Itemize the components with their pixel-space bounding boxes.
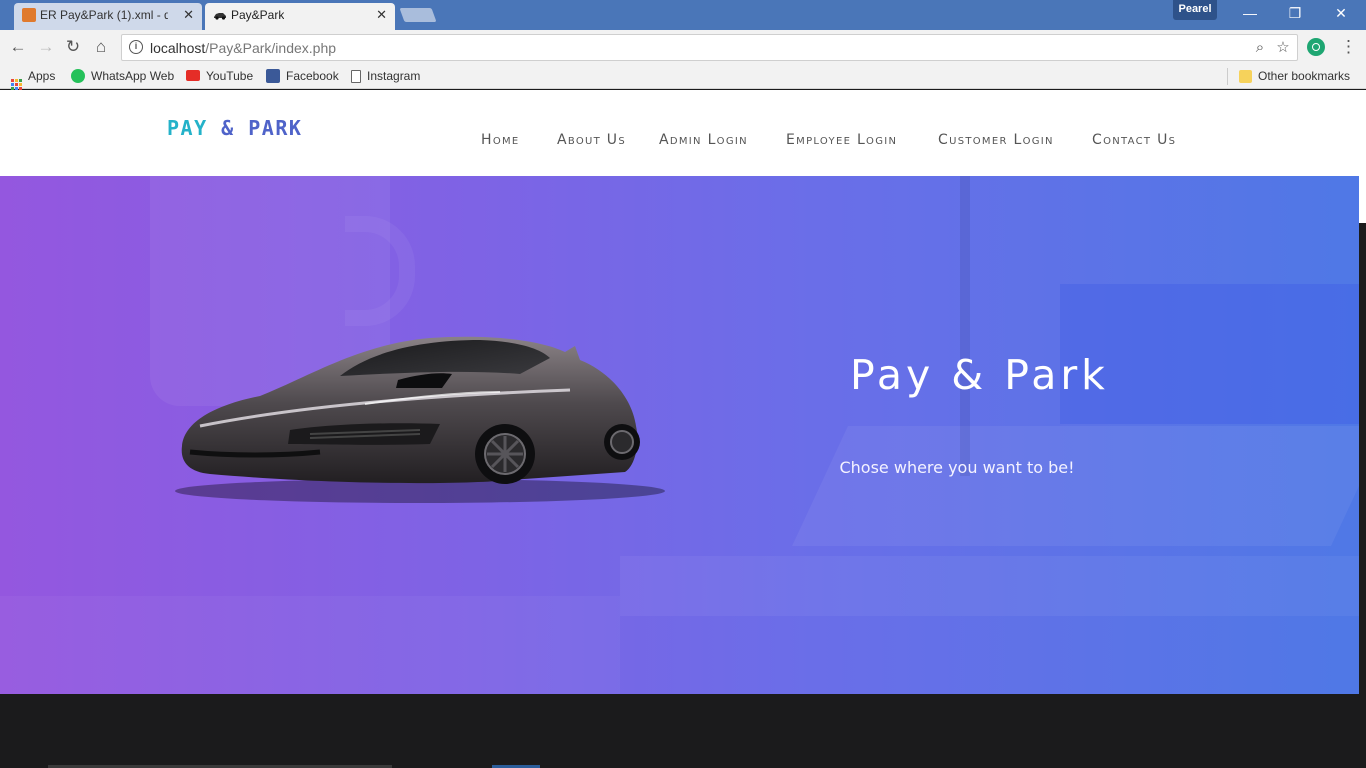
extension-icon[interactable] (1307, 38, 1325, 56)
car-favicon-icon (213, 8, 227, 22)
nav-contact-us[interactable]: Contact Us (1092, 132, 1176, 148)
youtube-icon (186, 70, 200, 81)
bookmark-label: Facebook (286, 69, 339, 83)
address-url[interactable]: localhost/Pay&Park/index.php (150, 40, 336, 56)
close-window-button[interactable]: ✕ (1318, 0, 1364, 28)
bookmark-facebook[interactable]: Facebook (266, 68, 339, 84)
drawio-icon (22, 8, 36, 22)
zoom-icon[interactable]: ⌕ (1250, 38, 1270, 58)
nav-employee-login[interactable]: Employee Login (786, 132, 897, 148)
profile-button[interactable]: Pearel (1173, 0, 1217, 20)
background-mug-handle-shape (345, 216, 415, 326)
nav-customer-login[interactable]: Customer Login (938, 132, 1054, 148)
hero-subtitle: Chose where you want to be! (839, 458, 1075, 477)
browser-tab-er-diagram[interactable]: ER Pay&Park (1).xml - dra ✕ (14, 3, 202, 30)
bookmark-whatsapp[interactable]: WhatsApp Web (71, 68, 174, 84)
site-info-icon[interactable]: i (129, 40, 143, 54)
bookmark-youtube[interactable]: YouTube (186, 68, 253, 84)
apps-grid-icon (11, 79, 22, 90)
back-icon[interactable]: ← (7, 36, 29, 58)
browser-menu-icon[interactable]: ⋮ (1340, 35, 1357, 59)
logo-ampersand: & (221, 116, 235, 140)
nav-about-us[interactable]: About Us (557, 132, 626, 148)
tab-close-icon[interactable]: ✕ (183, 3, 194, 27)
bookmarks-bar: Apps WhatsApp Web YouTube Facebook Insta… (0, 64, 1366, 90)
browser-toolbar: ← → ↻ ⌂ i localhost/Pay&Park/index.php ⌕… (0, 30, 1366, 64)
facebook-icon (266, 69, 280, 83)
browser-tab-pay-park[interactable]: Pay&Park ✕ (205, 3, 395, 30)
logo-word-pay: PAY (167, 116, 208, 140)
whatsapp-icon (71, 69, 85, 83)
bookmark-label: Apps (28, 69, 56, 83)
url-host: localhost (150, 40, 206, 56)
background-paper-shape (0, 596, 620, 694)
background-keyboard-shape (792, 426, 1359, 546)
hero-title: Pay & Park (850, 351, 1109, 399)
bookmark-star-icon[interactable]: ☆ (1273, 38, 1293, 58)
background-desk-shape (620, 556, 1359, 616)
nav-home[interactable]: Home (481, 132, 520, 148)
bookmark-label: WhatsApp Web (91, 69, 175, 83)
browser-titlebar: ER Pay&Park (1).xml - dra ✕ Pay&Park ✕ P… (0, 0, 1366, 30)
home-icon[interactable]: ⌂ (90, 36, 112, 58)
restore-button[interactable]: ❐ (1272, 0, 1318, 28)
bookmark-apps[interactable]: Apps (11, 68, 55, 90)
minimize-button[interactable]: — (1227, 0, 1273, 28)
tab-close-icon[interactable]: ✕ (376, 3, 387, 27)
bookmark-other[interactable]: Other bookmarks (1239, 68, 1350, 84)
nav-admin-login[interactable]: Admin Login (659, 132, 748, 148)
hero-banner: Pay & Park Chose where you want to be! (0, 176, 1359, 694)
sports-car-image (175, 336, 665, 503)
new-tab-button[interactable] (399, 8, 437, 22)
bookmarks-divider (1227, 68, 1228, 85)
folder-icon (1239, 70, 1252, 83)
logo-word-park: PARK (248, 116, 303, 140)
bookmark-label: Instagram (367, 69, 421, 83)
tab-title: ER Pay&Park (1).xml - dra (40, 8, 168, 22)
site-logo[interactable]: PAY & PARK (167, 116, 302, 140)
page-icon (351, 70, 361, 83)
address-bar[interactable]: i localhost/Pay&Park/index.php ⌕ ☆ (121, 34, 1298, 61)
bookmark-label: Other bookmarks (1258, 69, 1351, 83)
page-dark-section (0, 694, 1366, 768)
url-path: /Pay&Park/index.php (205, 40, 337, 56)
tab-title: Pay&Park (231, 8, 285, 22)
bookmark-instagram[interactable]: Instagram (351, 68, 420, 84)
reload-icon[interactable]: ↻ (62, 36, 84, 58)
forward-icon[interactable]: → (35, 36, 57, 58)
site-header: PAY & PARK Home About Us Admin Login Emp… (0, 90, 1366, 176)
page-scroll-edge (1359, 176, 1366, 223)
bookmark-label: YouTube (206, 69, 254, 83)
